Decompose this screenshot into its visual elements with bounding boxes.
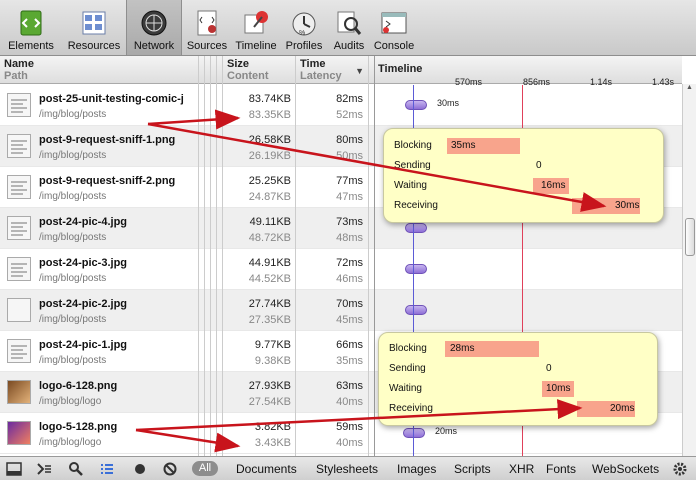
annotation-arrows — [135, 109, 607, 453]
filter-images[interactable]: Images — [397, 462, 436, 476]
filter-stylesheets[interactable]: Stylesheets — [316, 462, 378, 476]
dock-icon[interactable] — [6, 461, 22, 477]
filter-xhr[interactable]: XHR — [509, 462, 534, 476]
settings-gear-icon[interactable] — [672, 461, 688, 477]
record-icon[interactable] — [132, 461, 148, 477]
clear-icon[interactable] — [162, 461, 178, 477]
filter-all[interactable]: All — [192, 461, 218, 476]
annotation-arrow — [147, 109, 241, 130]
filter-documents[interactable]: Documents — [236, 462, 297, 476]
status-bar: All Documents Stylesheets Images Scripts… — [0, 456, 696, 480]
filter-websockets[interactable]: WebSockets — [592, 462, 659, 476]
annotation-arrow — [135, 428, 241, 453]
search-icon[interactable] — [68, 461, 84, 477]
filter-scripts[interactable]: Scripts — [454, 462, 491, 476]
annotation-arrow — [147, 122, 607, 212]
console-drawer-icon[interactable] — [36, 461, 52, 477]
filter-fonts[interactable]: Fonts — [546, 462, 576, 476]
annotation-arrow — [135, 399, 583, 432]
large-rows-icon[interactable] — [99, 461, 115, 477]
